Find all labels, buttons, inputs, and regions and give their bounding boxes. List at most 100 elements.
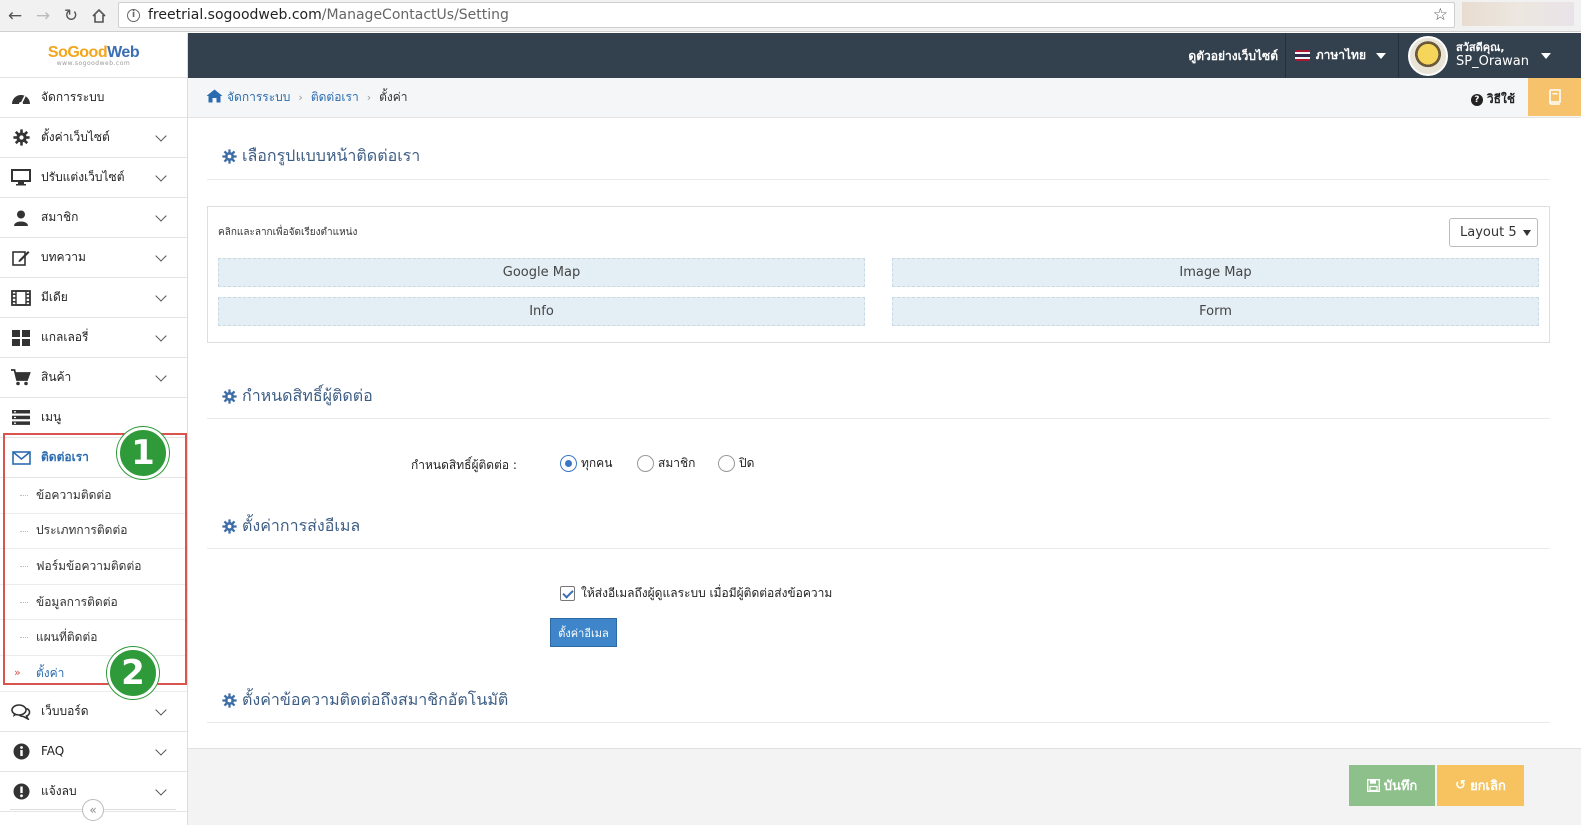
layout-block-form[interactable]: Form — [892, 297, 1539, 326]
sidebar-item-label: เมนู — [41, 410, 62, 424]
gear-icon — [222, 389, 237, 404]
submenu-item-contact-info[interactable]: ข้อมูลการติดต่อ — [0, 585, 187, 621]
sidebar-item-site-settings[interactable]: ตั้งค่าเว็บไซต์ — [0, 118, 187, 158]
submenu-label: ฟอร์มข้อความติดต่อ — [36, 558, 142, 573]
section-layout-title: เลือกรูปแบบหน้าติดต่อเรา — [222, 144, 420, 169]
thai-flag-icon — [1294, 50, 1310, 61]
layout-block-info[interactable]: Info — [218, 297, 865, 326]
home-icon[interactable] — [86, 3, 112, 29]
gear-icon — [10, 129, 32, 147]
layout-select[interactable]: Layout 5 — [1449, 218, 1538, 247]
annotation-badge-2: 2 — [107, 647, 159, 699]
radio-everyone[interactable]: ทุกคน — [560, 454, 612, 473]
email-notify-checkbox[interactable] — [560, 586, 575, 601]
save-button[interactable]: บันทึก — [1349, 765, 1435, 806]
home-icon[interactable] — [206, 89, 223, 106]
user-greeting[interactable]: สวัสดีคุณ, SP_Orawan — [1456, 41, 1529, 69]
bookmark-star-icon[interactable]: ☆ — [1433, 5, 1448, 25]
save-label: บันทึก — [1383, 779, 1418, 794]
username: SP_Orawan — [1456, 54, 1529, 69]
email-settings-button[interactable]: ตั้งค่าอีเมล — [550, 618, 617, 647]
main-content: เลือกรูปแบบหน้าติดต่อเรา คลิกและลากเพื่อ… — [188, 118, 1581, 748]
permission-label: กำหนดสิทธิ์ผู้ติดต่อ : — [411, 458, 517, 472]
layout-block-image-map[interactable]: Image Map — [892, 258, 1539, 287]
annotation-badge-1: 1 — [117, 427, 169, 479]
browser-toolbar: ← → ↻ i freetrial.sogoodweb.com/ManageCo… — [0, 0, 1581, 32]
breadcrumb-home[interactable]: จัดการระบบ — [227, 88, 290, 107]
cancel-label: ยกเลิก — [1470, 779, 1506, 794]
section-title-text: เลือกรูปแบบหน้าติดต่อเรา — [242, 146, 421, 165]
extension-area — [1462, 2, 1574, 26]
howto-link[interactable]: ? วิธีใช้ — [1470, 90, 1515, 109]
logo-sub: www.sogoodweb.com — [56, 59, 131, 67]
language-selector[interactable]: ภาษาไทย — [1294, 46, 1386, 65]
url-path: /ManageContactUs/Setting — [321, 7, 509, 23]
sidebar-item-faq[interactable]: FAQ — [0, 732, 187, 772]
caret-down-icon — [1376, 52, 1386, 59]
radio-button[interactable] — [637, 455, 654, 472]
back-icon[interactable]: ← — [2, 3, 28, 29]
sidebar-item-customize[interactable]: ปรับแต่งเว็บไซต์ — [0, 158, 187, 198]
sidebar-item-dashboard[interactable]: จัดการระบบ — [0, 78, 187, 118]
book-button[interactable] — [1528, 78, 1581, 116]
breadcrumb-separator: › — [366, 91, 372, 104]
sidebar: SoGoodWeb www.sogoodweb.com จัดการระบบ ต… — [0, 33, 188, 825]
logo[interactable]: SoGoodWeb www.sogoodweb.com — [0, 33, 187, 78]
reload-icon[interactable]: ↻ — [58, 3, 84, 29]
top-header: ดูตัวอย่างเว็บไซต์ ภาษาไทย สวัสดีคุณ, SP… — [188, 33, 1581, 78]
radio-members[interactable]: สมาชิก — [637, 454, 695, 473]
layout-block-google-map[interactable]: Google Map — [218, 258, 865, 287]
layout-select-value: Layout 5 — [1460, 225, 1517, 240]
submenu-item-contact-form[interactable]: ฟอร์มข้อความติดต่อ — [0, 549, 187, 585]
breadcrumb-current: ตั้งค่า — [379, 90, 408, 104]
submenu-label: แผนที่ติดต่อ — [36, 630, 98, 645]
site-info-icon[interactable]: i — [127, 8, 140, 22]
sidebar-item-label: จัดการระบบ — [41, 90, 105, 104]
address-bar[interactable]: i freetrial.sogoodweb.com/ManageContactU… — [118, 2, 1455, 28]
cancel-button[interactable]: ↺ ยกเลิก — [1437, 765, 1524, 806]
sidebar-item-products[interactable]: สินค้า — [0, 358, 187, 398]
submenu-item-contact-map[interactable]: แผนที่ติดต่อ — [0, 620, 187, 656]
section-title-text: กำหนดสิทธิ์ผู้ติดต่อ — [242, 386, 373, 405]
user-menu-caret-icon[interactable] — [1541, 53, 1551, 59]
language-label: ภาษาไทย — [1315, 48, 1366, 62]
submenu-item-messages[interactable]: ข้อความติดต่อ — [0, 478, 187, 514]
radio-off[interactable]: ปิด — [718, 454, 754, 473]
sidebar-item-members[interactable]: สมาชิก — [0, 198, 187, 238]
howto-label: วิธีใช้ — [1486, 92, 1515, 106]
sidebar-item-webboard[interactable]: เว็บบอร์ด — [0, 692, 187, 732]
forward-icon[interactable]: → — [30, 3, 56, 29]
footer-actions: บันทึก ↺ ยกเลิก — [188, 748, 1581, 825]
section-title-text: ตั้งค่าข้อความติดต่อถึงสมาชิกอัตโนมัติ — [242, 690, 509, 709]
radio-label: ทุกคน — [581, 456, 613, 470]
sidebar-item-media[interactable]: มีเดีย — [0, 278, 187, 318]
collapse-sidebar-icon[interactable]: « — [82, 799, 104, 821]
radio-button[interactable] — [560, 455, 577, 472]
radio-label: สมาชิก — [658, 456, 696, 470]
user-icon — [10, 209, 32, 227]
sidebar-item-gallery[interactable]: แกลเลอรี่ — [0, 318, 187, 358]
info-icon — [10, 742, 32, 760]
gear-icon — [222, 693, 237, 708]
floppy-icon — [1366, 779, 1380, 792]
sidebar-item-articles[interactable]: บทความ — [0, 238, 187, 278]
comments-icon — [10, 702, 32, 720]
section-divider — [207, 179, 1550, 180]
breadcrumb-parent[interactable]: ติดต่อเรา — [311, 88, 359, 107]
layout-hint: คลิกและลากเพื่อจัดเรียงตำแหน่ง — [218, 227, 358, 238]
gear-icon — [222, 519, 237, 534]
double-chevron-right-icon: » — [14, 665, 21, 679]
film-icon — [10, 289, 32, 307]
caret-down-icon — [1523, 230, 1531, 236]
submenu-item-contact-types[interactable]: ประเภทการติดต่อ — [0, 514, 187, 550]
layout-panel: คลิกและลากเพื่อจัดเรียงตำแหน่ง Layout 5 … — [207, 206, 1550, 343]
view-site-link[interactable]: ดูตัวอย่างเว็บไซต์ — [1188, 47, 1278, 66]
exclamation-icon — [10, 782, 32, 800]
breadcrumb: จัดการระบบ › ติดต่อเรา › ตั้งค่า ? วิธีใ… — [188, 78, 1581, 118]
avatar[interactable] — [1408, 36, 1448, 76]
email-notify-checkbox-row[interactable]: ให้ส่งอีเมลถึงผู้ดูแลระบบ เมื่อมีผู้ติดต… — [560, 584, 832, 603]
section-email-title: ตั้งค่าการส่งอีเมล — [222, 514, 360, 539]
breadcrumb-separator: › — [298, 91, 303, 104]
dashboard-icon — [10, 89, 32, 107]
radio-button[interactable] — [718, 455, 735, 472]
